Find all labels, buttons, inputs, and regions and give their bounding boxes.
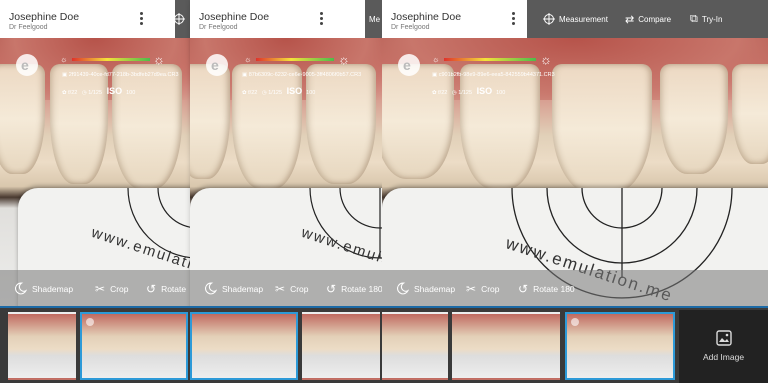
- logo-icon: [571, 318, 579, 326]
- aperture-value: f/22: [438, 90, 448, 96]
- iso-label: ISO: [476, 86, 493, 96]
- rotate180-button[interactable]: ↺ Rotate 180: [326, 282, 382, 296]
- app-logo: e: [16, 54, 38, 76]
- shademap-button[interactable]: Shademap: [14, 282, 73, 295]
- more-options-icon[interactable]: [140, 12, 144, 26]
- brightness-low-icon: ☼: [432, 55, 440, 64]
- shutter-value: 1/125: [268, 90, 283, 96]
- compare-button[interactable]: ⇄ Compare: [625, 13, 671, 26]
- aperture-value: f/22: [68, 90, 78, 96]
- thumbnail[interactable]: [565, 312, 675, 380]
- dental-photo: www.emulation.me e ☼ ☼ ▣ c901b2fb-98e9-8…: [382, 38, 768, 328]
- camera-icon: ▣: [432, 72, 439, 78]
- photo-id: 2f91439-40ce-fd77-218b-3bdfeb27d9ea.CR3: [68, 72, 179, 78]
- app-logo: e: [398, 54, 420, 76]
- thumbnail[interactable]: [452, 312, 560, 380]
- scissors-icon: ✂: [275, 282, 286, 296]
- aperture-value: f/22: [248, 90, 258, 96]
- photo-id: 87b6309c-6232-ce6e-9005-3ff4806f0b57.CR3: [248, 72, 362, 78]
- brightness-high-icon: ☼: [153, 52, 165, 67]
- camera-icon: ▣: [62, 72, 69, 78]
- swap-icon: ⇄: [625, 14, 635, 26]
- crop-button[interactable]: ✂ Crop: [466, 282, 500, 296]
- iso-label: ISO: [286, 86, 303, 96]
- rotate-button[interactable]: ↺ Rotate: [146, 282, 186, 296]
- add-image-button[interactable]: Add Image: [679, 310, 768, 383]
- more-options-icon[interactable]: [512, 12, 516, 26]
- moon-icon: [397, 282, 409, 295]
- thumbnail[interactable]: [302, 312, 380, 380]
- thumbnail[interactable]: [8, 312, 76, 380]
- shademap-button[interactable]: Shademap: [204, 282, 263, 295]
- thumbnail-strip: [0, 306, 768, 383]
- scissors-icon: ✂: [95, 282, 106, 296]
- logo-icon: [86, 318, 94, 326]
- crop-button[interactable]: ✂ Crop: [275, 282, 309, 296]
- crosshair-icon: [543, 13, 555, 25]
- patient-name: Josephine Doe: [391, 11, 462, 23]
- copy-icon: ⧉: [690, 13, 698, 25]
- tryin-button[interactable]: ⧉ Try-In: [690, 13, 722, 26]
- doctor-name: Dr Feelgood: [9, 24, 48, 31]
- app-logo: e: [206, 54, 228, 76]
- more-options-icon[interactable]: [320, 12, 324, 26]
- thumbnail[interactable]: [190, 312, 298, 380]
- crop-button[interactable]: ✂ Crop: [95, 282, 129, 296]
- rotate-icon: ↺: [146, 282, 157, 296]
- rotate-icon: ↺: [518, 282, 529, 296]
- rotate180-button[interactable]: ↺ Rotate 180: [518, 282, 575, 296]
- dental-photo: www.emulation.me e ☼ ☼ ▣ 87b6309c-6232-c…: [190, 38, 382, 328]
- header: Josephine Doe Dr Feelgood Measurement ⇄ …: [382, 0, 768, 38]
- strip-scrollbar[interactable]: [0, 306, 768, 308]
- shademap-button[interactable]: Shademap: [396, 282, 455, 295]
- camera-icon: ▣: [242, 72, 249, 78]
- brightness-low-icon: ☼: [244, 55, 252, 64]
- brightness-slider[interactable]: [256, 58, 334, 61]
- moon-icon: [205, 282, 217, 295]
- brightness-low-icon: ☼: [60, 55, 68, 64]
- brightness-high-icon: ☼: [540, 52, 552, 67]
- thumbnail[interactable]: [382, 312, 448, 380]
- header: Josephine Doe Dr Feelgood Me: [190, 0, 382, 38]
- doctor-name: Dr Feelgood: [199, 24, 238, 31]
- shutter-value: 1/125: [88, 90, 103, 96]
- photo-id: c901b2fb-98e9-89e6-eea5-842559b44371.CR3: [438, 72, 555, 78]
- image-add-icon: [715, 330, 732, 346]
- doctor-name: Dr Feelgood: [391, 24, 430, 31]
- image-tools-bar: Shademap ✂ Crop ↺ Rotate 180: [190, 270, 382, 306]
- patient-name: Josephine Doe: [9, 11, 80, 23]
- dental-photo: www.emulation.me e ☼ ☼ ▣ 2f91439-40ce-fd…: [0, 38, 190, 328]
- iso-label: ISO: [106, 86, 123, 96]
- brightness-slider[interactable]: [72, 58, 150, 61]
- image-tools-bar: Shademap ✂ Crop ↺ Rotate 180: [382, 270, 768, 306]
- iso-value: 100: [306, 90, 316, 96]
- moon-icon: [15, 282, 27, 295]
- brightness-slider[interactable]: [444, 58, 536, 61]
- rotate-icon: ↺: [326, 282, 337, 296]
- toolbar: Measurement ⇄ Compare ⧉ Try-In: [527, 0, 768, 38]
- patient-name: Josephine Doe: [199, 11, 270, 23]
- image-tools-bar: Shademap ✂ Crop ↺ Rotate: [0, 270, 190, 306]
- iso-value: 100: [126, 90, 136, 96]
- brightness-high-icon: ☼: [338, 52, 350, 67]
- iso-value: 100: [496, 90, 506, 96]
- scissors-icon: ✂: [466, 282, 477, 296]
- measurement-button[interactable]: Measurement: [543, 13, 608, 25]
- thumbnail[interactable]: [80, 312, 188, 380]
- header: Josephine Doe Dr Feelgood: [0, 0, 190, 38]
- shutter-value: 1/125: [458, 90, 473, 96]
